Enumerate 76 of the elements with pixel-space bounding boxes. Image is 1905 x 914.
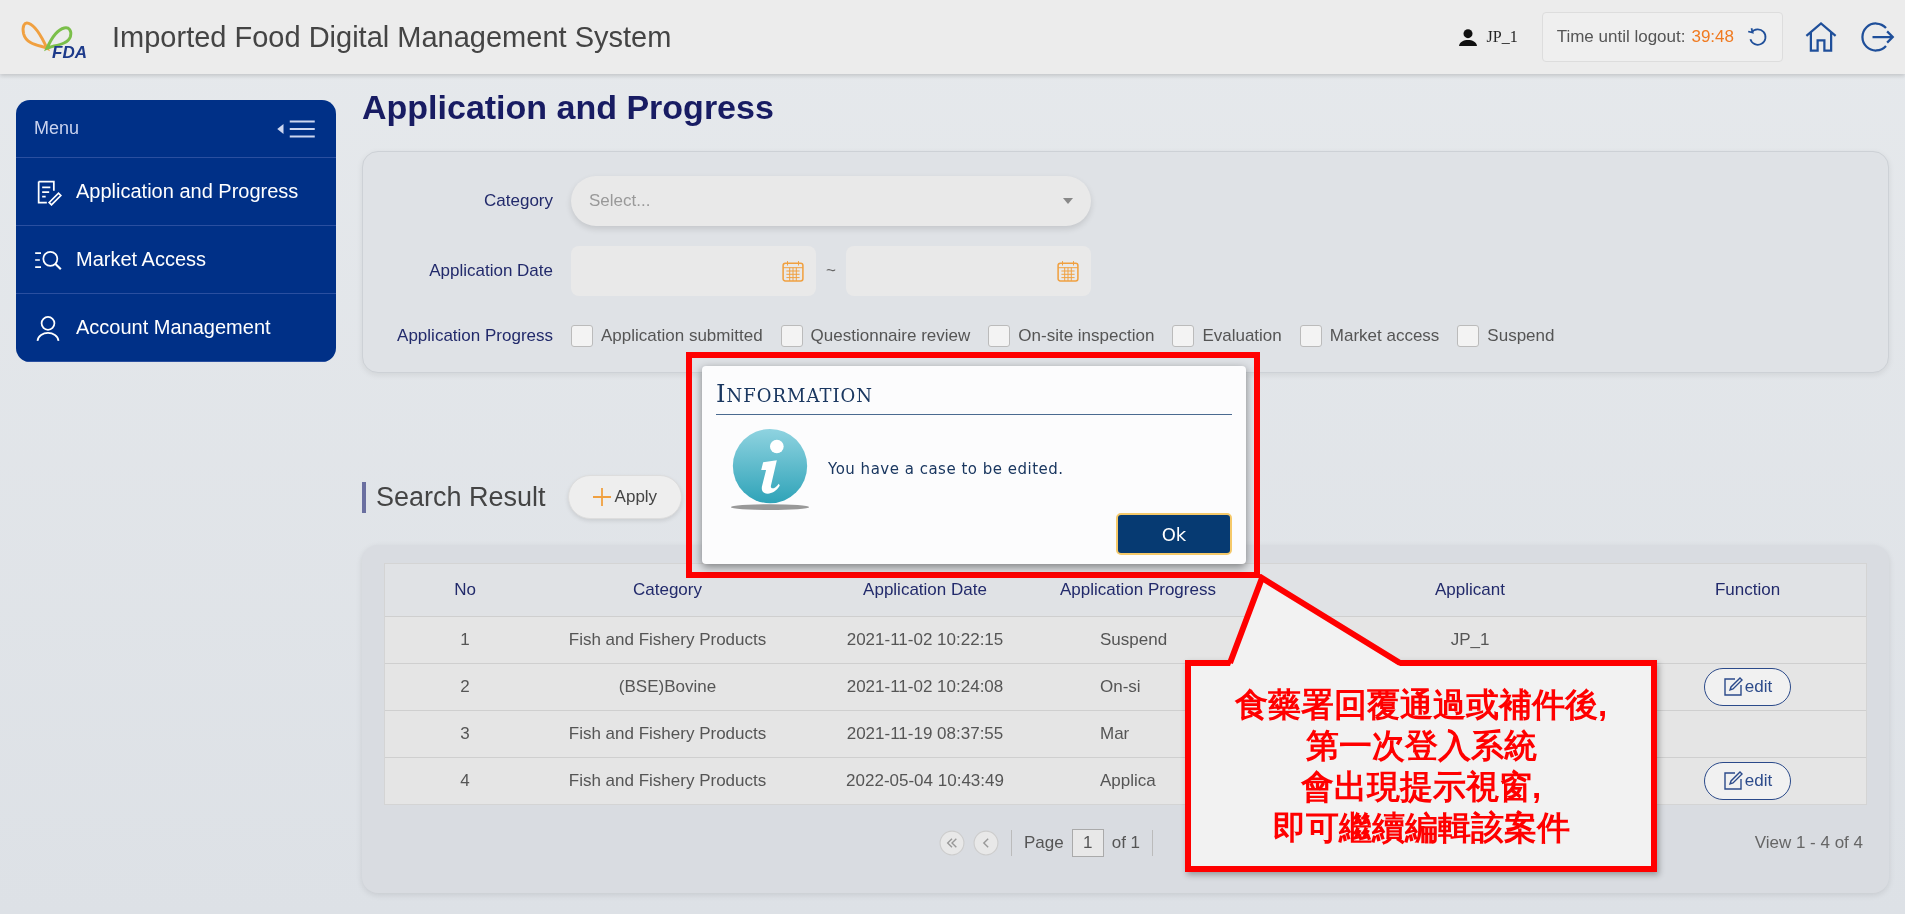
sidebar-item[interactable]: Account Management [16, 294, 336, 362]
checkbox-label: Suspend [1487, 326, 1555, 346]
checkbox-label: Application submitted [601, 326, 763, 346]
app-title: Imported Food Digital Management System [112, 20, 672, 54]
person-icon [34, 313, 62, 342]
calendar-icon[interactable] [782, 260, 804, 282]
sidebar-item[interactable]: Application and Progress [16, 158, 336, 226]
edit-icon [1722, 771, 1743, 791]
dialog-message: You have a case to be edited. [828, 460, 1064, 478]
table-cell-text: 1 [459, 630, 471, 650]
ok-button[interactable]: Ok [1116, 513, 1232, 555]
edit-button[interactable]: edit [1703, 762, 1792, 800]
username: JP_1 [1486, 28, 1518, 46]
table-cell-text: Fish and Fishery Products [567, 724, 768, 744]
checkbox[interactable] [1299, 325, 1322, 347]
date-separator: ~ [826, 261, 836, 281]
page-label: Page [1024, 833, 1064, 853]
table-cell-text: 2 [459, 677, 471, 697]
checkbox[interactable] [780, 325, 803, 347]
table-cell: Applica [1100, 771, 1156, 790]
refresh-icon[interactable] [1746, 26, 1768, 48]
table-cell-text: Fish and Fishery Products [567, 771, 768, 791]
column-header: Function [1713, 580, 1782, 600]
table-cell: Mar [1100, 724, 1130, 743]
start-date-field[interactable] [571, 246, 816, 296]
category-label: Category [483, 191, 553, 211]
progress-label: Application Progress [396, 326, 553, 346]
section-title: Search Result [362, 481, 546, 513]
date-label: Application Date [428, 261, 553, 281]
checkbox[interactable] [1172, 325, 1195, 347]
logout-icon[interactable] [1859, 19, 1895, 55]
checkbox[interactable] [988, 325, 1011, 347]
column-header: Applicant [1434, 580, 1506, 600]
table-cell: Suspend [1100, 630, 1168, 649]
category-select[interactable]: Select... [571, 176, 1091, 226]
page-title: Application and Progress [362, 88, 775, 127]
logout-label: Time until logout: [1556, 27, 1686, 47]
menu-title: Menu [34, 118, 80, 139]
table-cell-text: 3 [459, 724, 471, 744]
table-cell: JP_1 [1450, 630, 1490, 649]
sidebar-item[interactable]: Market Access [16, 226, 336, 294]
checkbox-label: Evaluation [1202, 326, 1282, 346]
checkbox[interactable] [571, 325, 593, 347]
column-header: Application Progress [1060, 580, 1217, 600]
column-header: Category [632, 580, 703, 600]
table-cell-text: (BSE)Bovine [617, 677, 718, 697]
edit-icon [1722, 677, 1743, 697]
end-date-field[interactable] [845, 246, 1091, 296]
edit-button[interactable]: edit [1703, 668, 1792, 706]
first-page-icon[interactable] [939, 830, 965, 856]
table-cell-text: 4 [459, 771, 471, 791]
apply-button[interactable]: Apply [567, 475, 683, 519]
logo[interactable]: FDA [16, 9, 94, 65]
table-cell-text: 2021-11-19 08:37:55 [845, 724, 1005, 744]
dialog-title: INFORMATION [716, 376, 1232, 415]
checkbox-label: Questionnaire review [810, 326, 971, 346]
home-icon[interactable] [1803, 19, 1839, 55]
record-count: View 1 - 4 of 4 [1754, 833, 1863, 853]
checkbox-label: On-site inspection [1018, 326, 1155, 346]
table-cell-text: 2021-11-02 10:24:08 [845, 677, 1005, 697]
calendar-icon[interactable] [1056, 260, 1079, 282]
table-cell: On-si [1100, 677, 1141, 696]
plus-icon [592, 488, 611, 506]
logout-time: 39:48 [1691, 27, 1734, 47]
table-cell-text: Fish and Fishery Products [567, 630, 768, 650]
column-header: No [453, 580, 477, 600]
previous-page-icon[interactable] [973, 830, 999, 856]
checkbox-label: Market access [1329, 326, 1440, 346]
table-cell-text: 2022-05-04 10:43:49 [845, 771, 1005, 791]
page-count: of 1 [1111, 833, 1141, 853]
caret-icon [1063, 198, 1073, 204]
page-number-field[interactable]: 1 [1071, 829, 1104, 857]
checkbox[interactable] [1457, 325, 1480, 347]
table-cell-text: 2021-11-02 10:22:15 [845, 630, 1005, 650]
user-icon [1458, 28, 1477, 46]
column-header: Application Date [862, 580, 988, 600]
